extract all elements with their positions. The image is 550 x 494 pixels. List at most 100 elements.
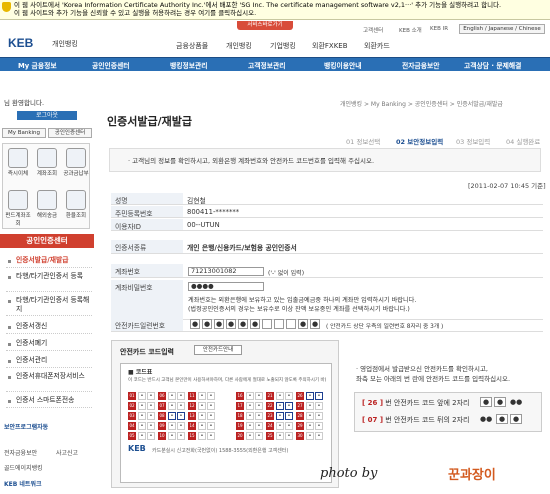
card-lost-hotline: 카드분실시 신고전화(국번없이) 1588-3555(외환은행 고객센터)	[152, 448, 289, 454]
code-value-cell: •	[138, 422, 146, 430]
code-value-cell: •	[198, 402, 206, 410]
quick-account-inquiry[interactable]: 계좌조회	[34, 146, 60, 184]
mainnav-my-finance[interactable]: My 금융정보	[18, 60, 57, 70]
serial-input-3[interactable]	[286, 319, 296, 329]
serial-input-1[interactable]	[262, 319, 272, 329]
code-table-heading: ■ 코드표	[128, 369, 153, 376]
code-value-cell: •	[207, 412, 215, 420]
code-1-digit-1[interactable]: ●	[480, 397, 492, 407]
mainnav-cert-center[interactable]: 공인인증센터	[92, 60, 130, 70]
notice-box: · 고객님의 정보를 확인하시고, 외환은행 계좌번호와 안전카드 코드번호를 …	[109, 148, 541, 172]
account-password-input[interactable]: ●●●●	[188, 282, 264, 291]
code-num: 08	[158, 412, 166, 420]
quick-fund-inquiry[interactable]: 펀드계좌조회	[5, 188, 31, 227]
infobar-line2: 이 웹 사이트와 추가 기능을 신뢰할 수 있고 실행을 허용하려는 경우 여기…	[14, 9, 257, 17]
code-value-cell: •	[147, 432, 155, 440]
topnav-card[interactable]: 외환카드	[364, 41, 390, 51]
incident-report-link[interactable]: 사고신고	[56, 448, 78, 457]
keb-logo[interactable]: KEB	[8, 36, 33, 50]
code-num: 28	[296, 412, 304, 420]
mainnav-customer-info[interactable]: 고객정보관리	[248, 60, 286, 70]
code-num: 21	[266, 392, 274, 400]
code-value-cell: •	[246, 432, 254, 440]
util-keb-ir[interactable]: KEB IR	[430, 26, 448, 32]
util-keb-intro[interactable]: KEB 소개	[399, 26, 422, 34]
code-2-digit-2[interactable]: ●	[510, 414, 522, 424]
code-num: 20	[236, 432, 244, 440]
util-customer-center[interactable]: 고객센터	[363, 26, 383, 34]
cert-center-button[interactable]: 공인인증센터	[48, 128, 92, 138]
security-program-link[interactable]: 보안프로그램자동	[4, 422, 48, 431]
safety-card-guide-button[interactable]: 안전카드안내	[194, 345, 242, 355]
main-nav: My 금융정보 공인인증센터 뱅킹정보관리 고객정보관리 뱅킹이용안내 전자금융…	[0, 57, 550, 71]
my-banking-button[interactable]: My Banking	[2, 128, 46, 138]
shield-icon	[2, 2, 11, 12]
quick-label: 공과금납부	[63, 171, 89, 177]
code-value-cell: •	[207, 422, 215, 430]
menu-cert-manage[interactable]: 인증서관리	[6, 356, 92, 368]
photo-signature: 꾼과장이	[448, 468, 496, 483]
topnav-fx[interactable]: 외환FXKEB	[312, 41, 348, 51]
field-label: 주민등록번호	[111, 206, 183, 218]
safety-card-title: 안전카드 코드입력	[120, 348, 174, 356]
form-row-rrn: 주민등록번호 800411-*******	[111, 206, 543, 218]
mainnav-support[interactable]: 고객상담 · 문제해결	[464, 60, 521, 70]
code-value-cell: •	[306, 412, 314, 420]
menu-cert-register[interactable]: 타행/타기관인증서 등록	[6, 272, 92, 292]
code-value-cell: •	[246, 412, 254, 420]
serial-input-2[interactable]	[274, 319, 284, 329]
mainnav-banking-guide[interactable]: 뱅킹이용안내	[324, 60, 362, 70]
quick-overseas-remit[interactable]: 해외송금	[34, 188, 60, 226]
menu-cert-unregister[interactable]: 타행/타기관인증서 등록해지	[6, 296, 92, 316]
e-finance-security-link[interactable]: 전자금융보안	[4, 448, 37, 457]
code-value-cell: •	[138, 402, 146, 410]
logout-button[interactable]: 로그아웃	[17, 111, 77, 120]
code-value-cell: •	[285, 412, 293, 420]
transfer-icon	[8, 148, 28, 168]
field-value: 김현철	[187, 197, 206, 205]
timestamp: [2011-02-07 10:45 기준]	[468, 182, 546, 190]
code-num: 19	[236, 422, 244, 430]
keb-network-link[interactable]: KEB 네트워크	[4, 479, 42, 488]
code-1-mask: ●●	[510, 398, 523, 406]
code-value-cell: •	[168, 402, 176, 410]
code-table: 01 02 03 04 05 06 07 08 09 10 11 12 13 1…	[128, 392, 326, 444]
activex-infobar[interactable]: 이 웹 사이트에서 'Korea Information Certificate…	[0, 0, 550, 20]
mainnav-security[interactable]: 전자금융보안	[402, 60, 440, 70]
quick-transfer[interactable]: 즉시이체	[5, 146, 31, 184]
topnav-corporate[interactable]: 기업뱅킹	[270, 41, 296, 51]
code-value-cell: •	[255, 422, 263, 430]
quick-bill-payment[interactable]: 공과금납부	[63, 146, 89, 184]
menu-cert-revoke[interactable]: 인증서폐기	[6, 339, 92, 351]
quick-menu: 즉시이체 계좌조회 공과금납부 펀드계좌조회 해외송금 환율조회	[2, 143, 90, 229]
code-2-digit-1[interactable]: ●	[496, 414, 508, 424]
mainnav-banking-info[interactable]: 뱅킹정보관리	[170, 60, 208, 70]
code-value-cell: •	[306, 392, 314, 400]
menu-cert-phone-save[interactable]: 인증서휴대폰저장서비스	[6, 372, 92, 392]
topnav-products[interactable]: 금융상품몰	[176, 41, 208, 51]
menu-cert-smartphone[interactable]: 인증서 스마트폰전송	[6, 396, 92, 408]
serial-digit: ●	[202, 319, 212, 329]
code-value-cell: •	[276, 392, 284, 400]
code-num: 07	[158, 402, 166, 410]
code-value-cell: •	[285, 392, 293, 400]
quick-exchange-rate[interactable]: 환율조회	[63, 188, 89, 226]
topnav-personal[interactable]: 개인뱅킹	[226, 41, 252, 51]
cert-center-heading: 공인인증센터	[0, 234, 94, 248]
service-shortcut-button[interactable]: 서비스바로가기	[237, 21, 293, 30]
form-row-cert-type: 인증서종류 개인 은행/신용카드/보험용 공인인증서	[111, 240, 543, 254]
code-num: 03	[128, 412, 136, 420]
menu-cert-issue[interactable]: 인증서발급/재발급	[6, 256, 92, 268]
gold-age-banking-link[interactable]: 골드에이지뱅킹	[4, 463, 43, 472]
serial-digit: ●	[226, 319, 236, 329]
field-value: 800411-*******	[187, 208, 240, 216]
code-num: 13	[188, 412, 196, 420]
fund-icon	[8, 190, 28, 210]
language-selector[interactable]: English / Japanese / Chinese	[459, 24, 545, 34]
account-number-input[interactable]: 71213001082	[188, 267, 264, 276]
menu-cert-renew[interactable]: 인증서갱신	[6, 322, 92, 334]
code-1-digit-2[interactable]: ●	[494, 397, 506, 407]
field-label: 계좌번호	[111, 264, 183, 277]
code-value-cell: •	[315, 392, 323, 400]
serial-digit: ●	[250, 319, 260, 329]
